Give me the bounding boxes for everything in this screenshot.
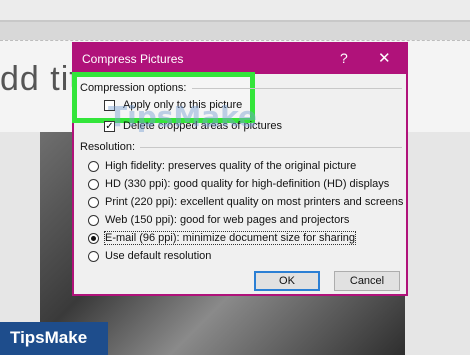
radio-default-resolution[interactable] bbox=[88, 251, 99, 262]
dialog-titlebar: Compress Pictures ? ✕ bbox=[74, 44, 406, 74]
compress-pictures-dialog: Compress Pictures ? ✕ Compression option… bbox=[72, 42, 408, 296]
dialog-title: Compress Pictures bbox=[82, 52, 184, 66]
ribbon-divider bbox=[0, 20, 470, 22]
compression-group-line bbox=[192, 88, 402, 89]
close-button[interactable]: ✕ bbox=[378, 49, 391, 67]
label-high-fidelity[interactable]: High fidelity: preserves quality of the … bbox=[105, 160, 356, 172]
ribbon-area bbox=[0, 0, 470, 20]
apply-only-label[interactable]: Apply only to this picture bbox=[123, 99, 242, 111]
delete-cropped-checkbox[interactable]: ✓ bbox=[104, 121, 115, 132]
brand-label: TipsMake bbox=[10, 328, 88, 347]
label-hd[interactable]: HD (330 ppi): good quality for high-defi… bbox=[105, 178, 389, 190]
resolution-label: Resolution: bbox=[80, 141, 136, 153]
radio-high-fidelity[interactable] bbox=[88, 161, 99, 172]
apply-only-checkbox[interactable] bbox=[104, 100, 115, 111]
brand-badge: TipsMake bbox=[0, 322, 108, 355]
highlight-box bbox=[72, 72, 255, 123]
label-email[interactable]: E-mail (96 ppi): minimize document size … bbox=[103, 231, 357, 245]
delete-cropped-label[interactable]: Delete cropped areas of pictures bbox=[123, 120, 282, 132]
ok-button[interactable]: OK bbox=[254, 271, 320, 291]
slide-title-placeholder[interactable]: dd tit bbox=[0, 60, 80, 99]
radio-print[interactable] bbox=[88, 197, 99, 208]
label-print[interactable]: Print (220 ppi): excellent quality on mo… bbox=[105, 196, 403, 208]
resolution-group-line bbox=[140, 147, 402, 148]
help-button[interactable]: ? bbox=[340, 50, 348, 66]
radio-email[interactable] bbox=[88, 233, 99, 244]
radio-hd[interactable] bbox=[88, 179, 99, 190]
label-web[interactable]: Web (150 ppi): good for web pages and pr… bbox=[105, 214, 349, 226]
slide-right-margin bbox=[405, 132, 470, 355]
label-default-resolution[interactable]: Use default resolution bbox=[105, 250, 211, 262]
compression-options-label: Compression options: bbox=[80, 82, 187, 94]
cancel-button[interactable]: Cancel bbox=[334, 271, 400, 291]
radio-web[interactable] bbox=[88, 215, 99, 226]
